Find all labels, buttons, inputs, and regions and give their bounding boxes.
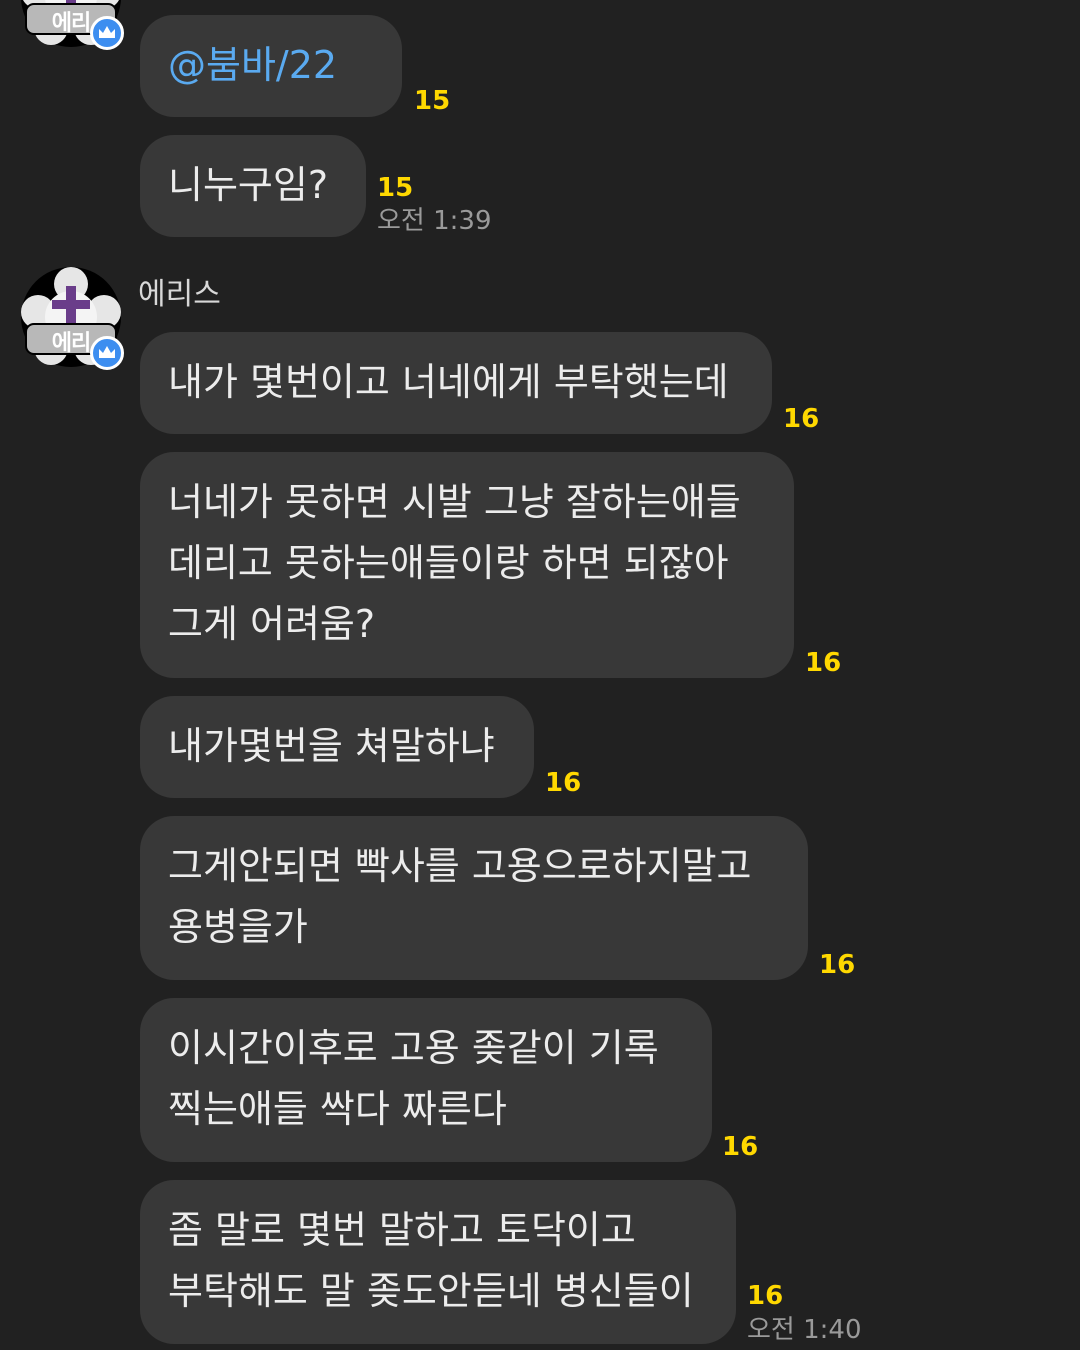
message-timestamp: 오전 1:40 [747,1315,862,1345]
unread-count: 16 [819,950,856,980]
message-timestamp: 오전 1:39 [377,206,492,236]
message-bubble[interactable]: 좀 말로 몇번 말하고 토닥이고 부탁해도 말 좆도안듣네 병신들이 [140,1180,736,1344]
message-bubble-mention[interactable]: @붐바/22 [140,15,402,117]
sender-name: 에리스 [138,277,221,312]
message-bubble[interactable]: 이시간이후로 고용 좆같이 기록 찍는애들 싹다 짜른다 [140,998,712,1162]
unread-count: 15 [377,173,414,203]
message-bubble[interactable]: 그게안되면 빡사를 고용으로하지말고 용병을가 [140,816,808,980]
message-bubble[interactable]: 너네가 못하면 시발 그냥 잘하는애들 데리고 못하는애들이랑 하면 되잖아 그… [140,452,794,678]
unread-count: 15 [414,86,451,116]
avatar[interactable]: 에리 [18,0,124,50]
unread-count: 16 [783,404,820,434]
unread-count: 16 [805,648,842,678]
unread-count: 16 [545,768,582,798]
avatar[interactable]: 에리 [18,264,124,370]
crown-icon [90,336,124,370]
message-bubble[interactable]: 내가몇번을 쳐말하냐 [140,696,534,798]
unread-count: 16 [747,1281,784,1311]
message-bubble[interactable]: 내가 몇번이고 너네에게 부탁햇는데 [140,332,772,434]
crown-icon [90,16,124,50]
message-bubble[interactable]: 니누구임? [140,135,366,237]
unread-count: 16 [722,1132,759,1162]
